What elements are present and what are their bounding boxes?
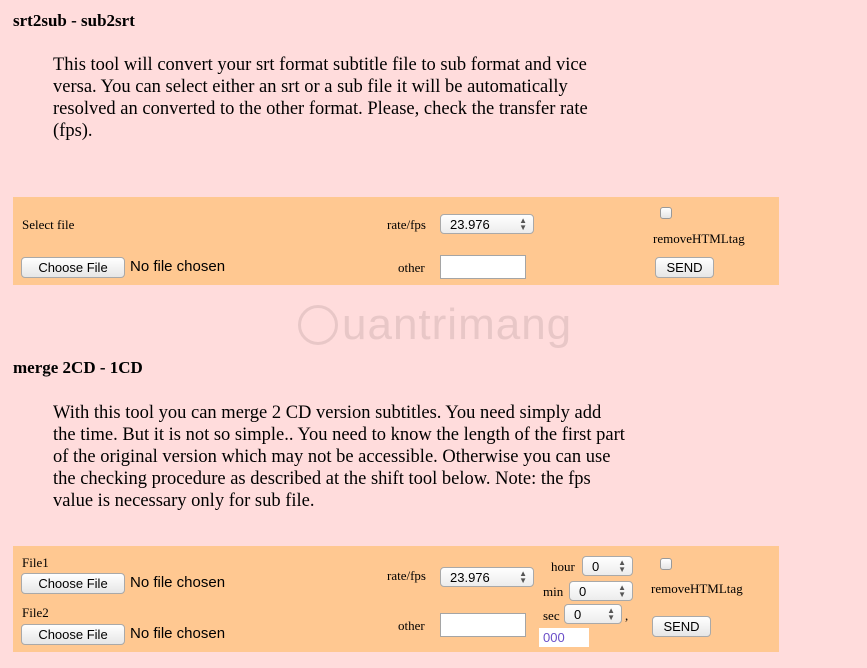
description-line: versa. You can select either an srt or a…: [53, 77, 568, 97]
section-title-srt2sub: srt2sub - sub2srt: [13, 11, 135, 30]
no-file-chosen-text: No file chosen: [130, 258, 226, 275]
description-line: (fps).: [53, 121, 93, 141]
description-line: resolved an converted to the other forma…: [53, 99, 588, 119]
select-arrows-icon: ▲ ▼: [618, 583, 626, 599]
rate-fps-label: rate/fps: [387, 217, 426, 232]
description-line: the time. But it is not so simple.. You …: [53, 425, 625, 445]
choose-file1-button[interactable]: Choose File: [21, 573, 125, 594]
other-label: other: [398, 260, 425, 275]
file1-no-file-text: No file chosen: [130, 574, 226, 591]
choose-file2-button[interactable]: Choose File: [21, 624, 125, 645]
merge-other-fps-input[interactable]: [440, 613, 526, 637]
other-label: other: [398, 618, 425, 633]
description-line: value is necessary only for sub file.: [53, 491, 315, 511]
watermark-text: uantrimang: [342, 300, 573, 349]
srt2sub-form-panel: Select file Choose File No file chosen r…: [13, 197, 779, 285]
select-file-label: Select file: [22, 217, 75, 232]
select-arrows-icon: ▲ ▼: [607, 606, 615, 622]
sec-select[interactable]: 0 ▲ ▼: [564, 604, 622, 624]
send-button[interactable]: SEND: [655, 257, 714, 278]
merge-rate-fps-select[interactable]: 23.976 ▲ ▼: [440, 567, 534, 587]
select-arrows-icon: ▲ ▼: [519, 216, 527, 232]
rate-fps-select[interactable]: 23.976 ▲ ▼: [440, 214, 534, 234]
file2-no-file-text: No file chosen: [130, 625, 226, 642]
file2-label: File2: [22, 605, 49, 620]
select-arrows-icon: ▲ ▼: [618, 558, 626, 574]
merge-description: With this tool you can merge 2 CD versio…: [53, 402, 625, 512]
sec-comma: ,: [625, 608, 629, 623]
hour-select[interactable]: 0 ▲ ▼: [582, 556, 633, 576]
remove-html-tag-checkbox[interactable]: [660, 207, 672, 219]
rate-fps-value: 23.976: [450, 216, 490, 232]
select-arrows-icon: ▲ ▼: [519, 569, 527, 585]
description-line: This tool will convert your srt format s…: [53, 55, 587, 75]
hour-label: hour: [551, 559, 575, 574]
section-title-merge: merge 2CD - 1CD: [13, 358, 143, 377]
quantrimang-watermark: uantrimang: [298, 300, 572, 350]
description-line: the checking procedure as described at t…: [53, 469, 591, 489]
srt2sub-description: This tool will convert your srt format s…: [53, 54, 588, 142]
rate-fps-value: 23.976: [450, 569, 490, 585]
description-line: With this tool you can merge 2 CD versio…: [53, 403, 602, 423]
remove-html-tag-label: removeHTMLtag: [651, 581, 743, 596]
min-select[interactable]: 0 ▲ ▼: [569, 581, 633, 601]
milliseconds-input[interactable]: 000: [539, 628, 589, 647]
sec-value: 0: [574, 606, 582, 622]
choose-file-button[interactable]: Choose File: [21, 257, 125, 278]
file1-label: File1: [22, 555, 49, 570]
remove-html-tag-label: removeHTMLtag: [653, 231, 745, 246]
merge-send-button[interactable]: SEND: [652, 616, 711, 637]
merge-form-panel: File1 Choose File No file chosen File2 C…: [13, 546, 779, 652]
description-line: of the original version which may not be…: [53, 447, 611, 467]
lightbulb-logo-icon: [298, 305, 338, 345]
hour-value: 0: [592, 558, 600, 574]
merge-remove-html-tag-checkbox[interactable]: [660, 558, 672, 570]
min-label: min: [543, 584, 564, 599]
other-fps-input[interactable]: [440, 255, 526, 279]
sec-label: sec: [543, 608, 560, 623]
min-value: 0: [579, 583, 587, 599]
rate-fps-label: rate/fps: [387, 568, 426, 583]
